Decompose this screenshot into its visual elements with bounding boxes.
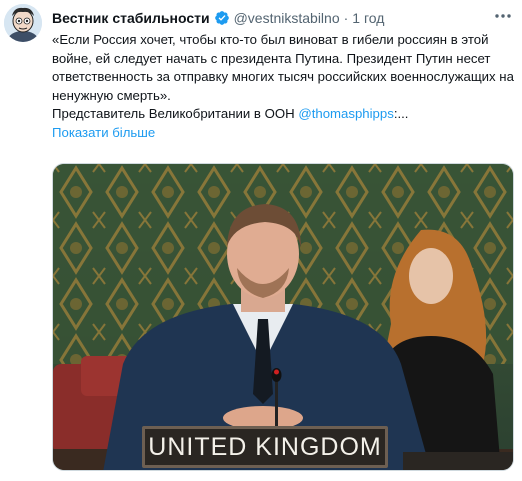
tweet-header: Вестник стабильности @vestnikstabilno · … <box>52 8 384 28</box>
tweet-quote: «Если Россия хочет, чтобы кто-то был вин… <box>52 32 514 103</box>
verified-badge-icon <box>214 11 229 25</box>
tweet-card[interactable]: Вестник стабильности @vestnikstabilno · … <box>0 0 522 481</box>
attribution-text: Представитель Великобритании в ООН <box>52 106 299 122</box>
mention-link[interactable]: @thomasphipps <box>298 106 394 121</box>
separator-dot: · <box>343 10 349 26</box>
timestamp[interactable]: 1 год <box>352 10 384 26</box>
attribution-suffix: :... <box>393 106 409 122</box>
avatar[interactable] <box>4 4 42 42</box>
media-photo <box>53 164 513 470</box>
display-name[interactable]: Вестник стабильности <box>52 10 210 26</box>
tweet-media[interactable]: UNITED KINGDOM <box>52 163 514 471</box>
more-options-icon <box>495 14 511 18</box>
tweet-text: «Если Россия хочет, чтобы кто-то был вин… <box>52 31 514 143</box>
avatar-image <box>4 4 42 42</box>
user-handle[interactable]: @vestnikstabilno <box>234 10 340 26</box>
more-options-button[interactable] <box>492 6 514 26</box>
show-more-link[interactable]: Показати більше <box>52 124 514 143</box>
tweet-attribution: Представитель Великобритании в ООН @thom… <box>52 105 514 124</box>
nameplate: UNITED KINGDOM <box>142 426 388 468</box>
